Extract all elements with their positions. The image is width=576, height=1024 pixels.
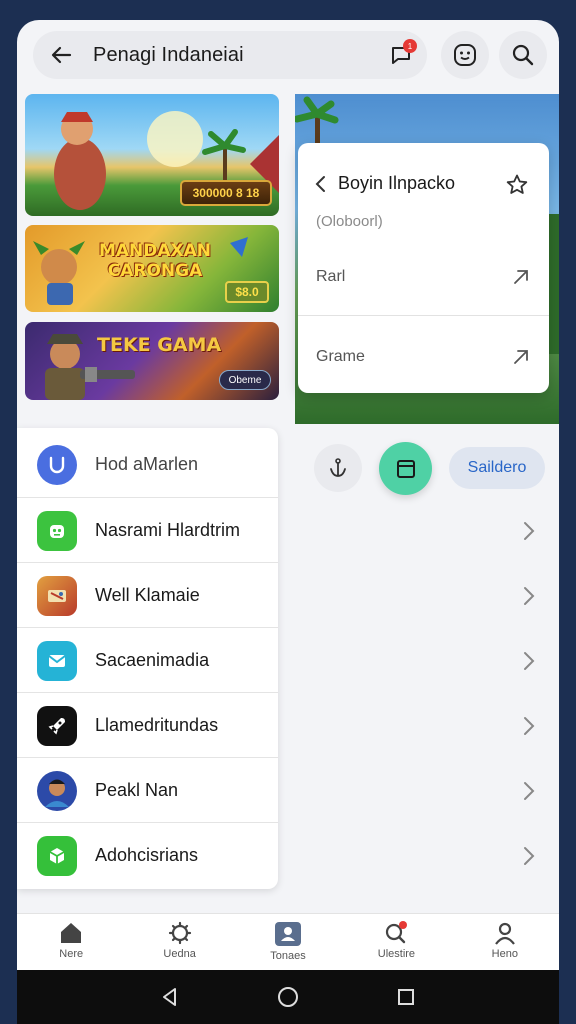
app-list: Hod aMarlen Nasrami Hlardtrim Well Klama… (17, 428, 278, 889)
search-bar[interactable]: Penagi Indaneiai 1 (33, 31, 427, 79)
list-item-label: Llamedritundas (95, 715, 219, 735)
search-icon (512, 44, 534, 66)
list-item-label: Nasrami Hlardtrim (95, 520, 241, 540)
avatar-icon (37, 770, 77, 811)
popup-item-rarl[interactable]: Rarl (298, 247, 549, 307)
system-recents-icon[interactable] (396, 987, 416, 1007)
chevron-right-icon[interactable] (522, 715, 536, 737)
banner-2-title: MANDAXAN CARONGA (98, 241, 212, 281)
popup-item-label: Rarl (316, 268, 346, 285)
nav-item-uedna[interactable]: Uedna (125, 914, 233, 970)
smiley-icon (454, 44, 476, 66)
list-item-label: Well Klamaie (95, 585, 200, 605)
banner-2-badge: $8.0 (225, 281, 269, 303)
back-arrow-icon[interactable] (39, 33, 83, 77)
nav-label: Uedna (163, 948, 196, 960)
app-screen: Penagi Indaneiai 1 300000 8 18 MANDAXAN … (17, 20, 559, 1024)
chat-button[interactable]: 1 (379, 33, 423, 77)
search-button[interactable] (499, 31, 547, 79)
chevron-right-icon[interactable] (522, 585, 536, 607)
chevron-right-icon[interactable] (522, 520, 536, 542)
arrow-icon (514, 350, 528, 364)
popup-header: Boyin Ilnpacko (312, 173, 455, 194)
emoji-button[interactable] (441, 31, 489, 79)
list-item[interactable]: Adohcisrians (17, 823, 278, 888)
cube-icon (37, 835, 77, 876)
nav-item-ulestire[interactable]: Ulestire (342, 914, 450, 970)
notification-badge: 1 (403, 39, 417, 53)
game-icon (37, 575, 77, 616)
chevron-right-icon[interactable] (522, 650, 536, 672)
arrow-icon (514, 270, 528, 284)
star-icon[interactable] (505, 173, 529, 197)
nav-label: Nere (59, 948, 84, 960)
list-item-label: Peakl Nan (95, 780, 179, 800)
nav-item-heno[interactable]: Heno (451, 914, 559, 970)
system-back-icon[interactable] (160, 987, 180, 1007)
sort-button[interactable]: Saildero (449, 447, 545, 489)
game-banner-3[interactable]: TEKE GAMA Obeme (25, 322, 279, 400)
rocket-icon (37, 705, 77, 746)
nav-label: Ulestire (377, 948, 416, 960)
popup-subtitle: (Oloboorl) (316, 213, 383, 230)
chevron-right-icon[interactable] (522, 780, 536, 802)
nav-item-tonaes[interactable]: Tonaes (234, 914, 342, 970)
list-item-label: Adohcisrians (95, 845, 199, 865)
settings-icon (168, 921, 191, 945)
popup-title: Boyin Ilnpacko (338, 173, 456, 193)
list-item[interactable]: Llamedritundas (17, 693, 278, 758)
game-banner-2[interactable]: MANDAXAN CARONGA $8.0 (25, 225, 279, 312)
game-banner-1[interactable]: 300000 8 18 (25, 94, 279, 216)
anchor-button[interactable] (314, 444, 362, 492)
context-menu: Boyin Ilnpacko (Oloboorl) Rarl Grame (298, 143, 549, 393)
nav-item-home[interactable]: Nere (17, 914, 125, 970)
list-item[interactable]: Sacaenimadia (17, 628, 278, 693)
primary-action-button[interactable] (379, 442, 432, 495)
back-arrow-icon[interactable] (312, 175, 330, 193)
list-item[interactable]: Peakl Nan (17, 758, 278, 823)
divider (298, 315, 549, 316)
banner-1-badge: 300000 8 18 (180, 180, 272, 206)
search-icon (386, 921, 408, 944)
envelope-icon (37, 640, 77, 681)
banner-3-badge: Obeme (219, 370, 271, 390)
nav-label: Tonaes (270, 950, 306, 962)
list-item[interactable]: Nasrami Hlardtrim (17, 498, 278, 563)
banner-3-title: TEKE GAMA (97, 334, 222, 356)
list-item-label: Sacaenimadia (95, 650, 210, 670)
list-item-label: Hod aMarlen (95, 454, 199, 474)
shield-icon (37, 444, 77, 485)
popup-item-grame[interactable]: Grame (298, 327, 549, 387)
system-home-icon[interactable] (277, 986, 299, 1008)
nav-label: Heno (491, 948, 518, 960)
page-title: Penagi Indaneiai (93, 43, 244, 66)
home-icon (61, 923, 82, 943)
popup-item-label: Grame (316, 348, 365, 365)
system-navigation-bar (17, 970, 559, 1024)
chevron-right-icon[interactable] (522, 845, 536, 867)
anchor-icon (330, 458, 346, 477)
bottom-navigation: Nere Uedna Tonaes Ulestire Heno (17, 913, 559, 970)
list-item[interactable]: Hod aMarlen (17, 432, 278, 497)
user-icon (494, 922, 515, 945)
list-item[interactable]: Well Klamaie (17, 563, 278, 628)
robot-icon (37, 510, 77, 551)
window-icon (396, 459, 415, 478)
profile-card-icon (275, 922, 302, 946)
